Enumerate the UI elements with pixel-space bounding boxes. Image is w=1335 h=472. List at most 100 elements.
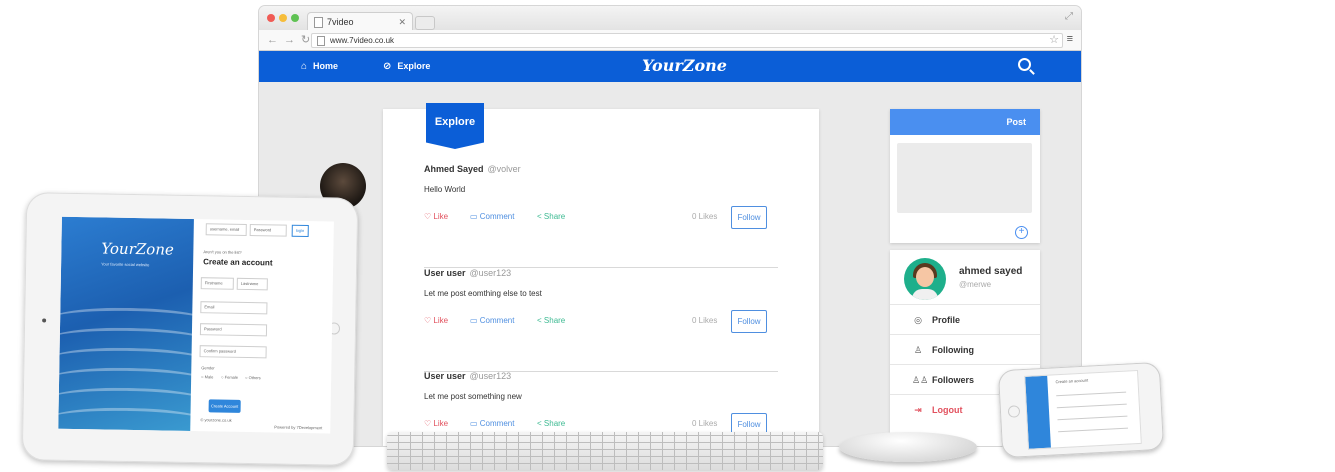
gender-option-label: Others [248, 375, 261, 381]
signup-form: username, email Password login Aren't yo… [194, 219, 334, 433]
browser-menu-icon[interactable]: ≡ [1067, 33, 1073, 45]
menu-item-label: Following [932, 345, 974, 355]
post-actions: ♡ Like ▭ Comment < Share 0 Likes Follow [424, 206, 778, 231]
tab-close-icon[interactable]: ✕ [398, 13, 406, 31]
login-username-input[interactable]: username, email [205, 223, 247, 236]
post-text: Let me post something new [424, 392, 522, 401]
tablet-screen: YourZone Your favorite social website us… [58, 216, 334, 434]
close-window-icon[interactable] [267, 14, 275, 22]
gender-label: Gender [201, 365, 215, 371]
password-input[interactable]: Password [199, 323, 268, 337]
post-author-handle: @volver [487, 164, 521, 174]
mouse [839, 432, 977, 462]
like-button[interactable]: ♡ Like [424, 419, 448, 428]
signup-title: Create an account [203, 257, 273, 268]
post-textarea[interactable] [897, 143, 1032, 213]
post-text: Hello World [424, 185, 466, 194]
signup-prompt: Aren't you on the list? [203, 249, 242, 255]
post-author-name: User user [424, 371, 466, 381]
follow-button[interactable]: Follow [731, 206, 767, 229]
gender-option[interactable]: ○ Male [201, 374, 213, 379]
share-label: Share [543, 419, 566, 428]
comment-label: Comment [479, 419, 515, 428]
comment-button[interactable]: ▭ Comment [470, 316, 514, 325]
post-author-handle: @user123 [469, 371, 512, 381]
bookmark-star-icon[interactable]: ☆ [1049, 33, 1059, 46]
page-icon [317, 35, 325, 46]
desktop-browser-window: 7video ✕ ⤢ ←→↻ www.7video.co.uk ☆ ≡ ⌂ Hom… [259, 6, 1081, 446]
post-author[interactable]: User user @user123 [424, 268, 511, 278]
menu-item-label: Logout [932, 405, 963, 415]
compass-icon: ⊘ [383, 61, 392, 72]
like-label: Like [433, 419, 449, 428]
email-input[interactable]: Email [200, 301, 268, 315]
comment-button[interactable]: ▭ Comment [470, 212, 514, 221]
gender-option-label: Male [204, 374, 214, 380]
phone-input[interactable] [1056, 391, 1127, 397]
comment-icon: ▭ [470, 419, 480, 428]
comment-button[interactable]: ▭ Comment [470, 419, 514, 428]
tablet-footer-right: Powered by 7Development [274, 424, 323, 431]
nav-home-link[interactable]: ⌂ Home [301, 51, 338, 82]
explore-ribbon: Explore [426, 103, 484, 149]
phone-hero [1025, 375, 1051, 449]
menu-item-following[interactable]: ♙ Following [890, 334, 1040, 365]
post-author[interactable]: Ahmed Sayed @volver [424, 164, 521, 174]
phone-home-button[interactable] [1007, 405, 1021, 418]
tablet-tagline: Your favorite social website [101, 261, 150, 268]
like-label: Like [433, 316, 449, 325]
nav-explore-link[interactable]: ⊘ Explore [383, 51, 430, 82]
browser-tab[interactable]: 7video ✕ [307, 12, 413, 31]
lastname-input[interactable]: Lastname [236, 277, 268, 291]
gender-option[interactable]: ○ Others [245, 375, 261, 380]
post-item: User user @user123 Let me post eomthing e… [424, 268, 778, 372]
likes-count: 0 Likes [692, 212, 718, 221]
share-button[interactable]: < Share [537, 212, 565, 221]
browser-toolbar: ←→↻ www.7video.co.uk ☆ ≡ [259, 30, 1081, 51]
confirm-password-input[interactable]: Confirm password [199, 345, 267, 359]
app-navbar: ⌂ Home ⊘ Explore YourZone [259, 51, 1081, 82]
likes-count: 0 Likes [692, 316, 718, 325]
share-icon: < [537, 212, 544, 221]
phone-input[interactable] [1057, 415, 1128, 421]
add-post-icon[interactable]: + [1015, 226, 1028, 239]
post-actions: ♡ Like ▭ Comment < Share 0 Likes Follow [424, 310, 778, 335]
menu-item-label: Profile [932, 315, 961, 325]
phone-input[interactable] [1056, 403, 1127, 409]
gender-option[interactable]: ○ Female [221, 375, 238, 380]
phone-input[interactable] [1058, 427, 1129, 433]
user-icon: ♙ [913, 345, 923, 355]
new-tab-button[interactable] [415, 16, 435, 30]
like-label: Like [433, 212, 449, 221]
menu-item-profile[interactable]: ◎ Profile [890, 304, 1040, 335]
minimize-window-icon[interactable] [279, 14, 287, 22]
share-button[interactable]: < Share [537, 419, 565, 428]
address-bar[interactable]: www.7video.co.uk [311, 33, 1063, 48]
post-author[interactable]: User user @user123 [424, 371, 511, 381]
maximize-window-icon[interactable] [291, 14, 299, 22]
logout-icon: ⇥ [914, 405, 922, 415]
phone-device: Create an account [997, 361, 1165, 459]
create-account-button[interactable]: Create Account [208, 399, 241, 413]
comment-label: Comment [479, 212, 515, 221]
follow-button[interactable]: Follow [731, 310, 767, 333]
login-button[interactable]: login [291, 224, 309, 238]
terrace-line [58, 406, 209, 434]
avatar[interactable] [904, 258, 946, 300]
share-icon: < [537, 316, 544, 325]
share-icon: < [537, 419, 544, 428]
search-icon[interactable] [1018, 58, 1031, 71]
like-button[interactable]: ♡ Like [424, 316, 448, 325]
address-bar-url: www.7video.co.uk [330, 36, 395, 45]
share-label: Share [543, 316, 566, 325]
post-author-name: User user [424, 268, 466, 278]
share-button[interactable]: < Share [537, 316, 565, 325]
browser-titlebar: 7video ✕ ⤢ [259, 6, 1081, 31]
app-logo[interactable]: YourZone [642, 56, 727, 75]
like-button[interactable]: ♡ Like [424, 212, 448, 221]
login-password-input[interactable]: Password [249, 224, 287, 237]
browser-nav-buttons[interactable]: ←→↻ [267, 33, 316, 46]
firstname-input[interactable]: Firstname [200, 277, 234, 290]
fullscreen-icon[interactable]: ⤢ [1065, 11, 1073, 22]
avatar-face [916, 267, 934, 287]
